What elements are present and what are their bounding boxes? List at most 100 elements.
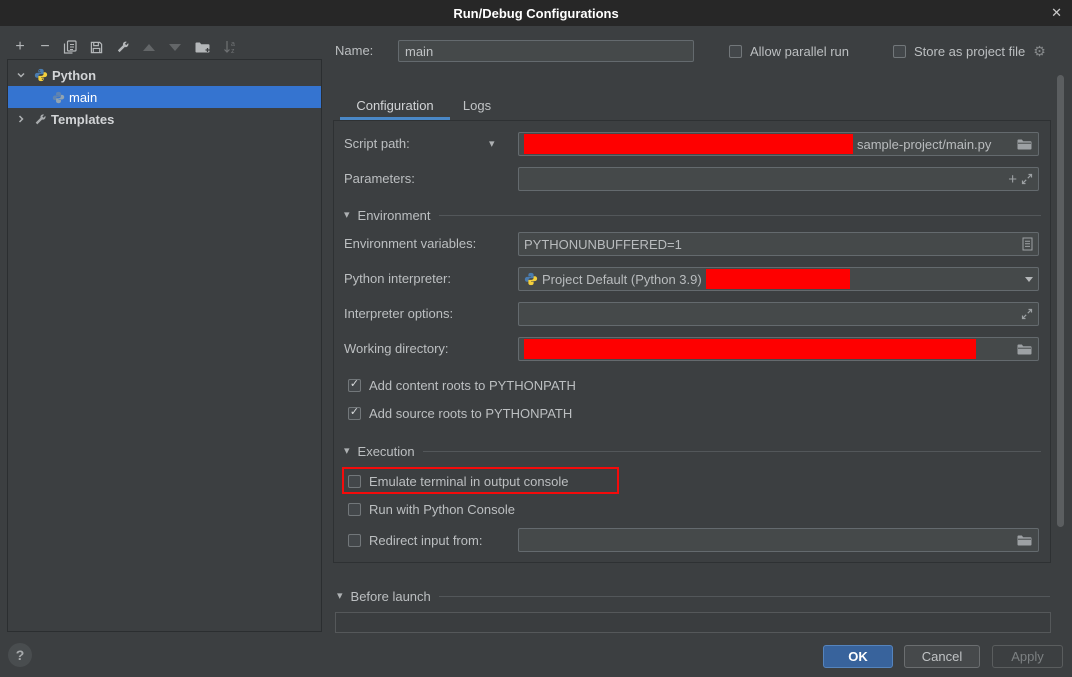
configurations-tree: Python main Templates [7,59,322,632]
python-logo-icon [524,272,538,286]
add-source-roots-label: Add source roots to PYTHONPATH [369,406,572,421]
tab-logs[interactable]: Logs [452,92,502,118]
interpreter-value: Project Default (Python 3.9) [542,272,702,287]
tree-item-main[interactable]: main [8,86,321,108]
help-button[interactable]: ? [8,643,32,667]
vertical-scrollbar-thumb[interactable] [1057,75,1064,527]
redaction-block [524,339,976,359]
run-python-console-checkbox[interactable] [348,503,361,516]
store-as-project-file-label: Store as project file [914,44,1025,59]
script-path-field[interactable]: sample-project/main.py [518,132,1039,156]
tree-item-templates[interactable]: Templates [8,108,321,130]
add-content-roots-option: ✓ Add content roots to PYTHONPATH [348,373,576,397]
expand-field-icon[interactable] [1021,308,1033,320]
tree-item-label: Python [52,68,96,83]
add-content-roots-label: Add content roots to PYTHONPATH [369,378,576,393]
templates-wrench-icon [34,113,47,126]
sort-a-glyph: a [231,41,235,48]
parameters-field[interactable]: + [518,167,1039,191]
copy-configuration-icon[interactable] [61,38,79,56]
add-configuration-button[interactable]: + [11,38,29,56]
store-as-project-file-checkbox[interactable] [893,45,906,58]
cancel-button[interactable]: Cancel [904,645,980,668]
redirect-input-checkbox[interactable] [348,534,361,547]
edit-env-vars-icon[interactable] [1022,237,1033,251]
chevron-right-icon[interactable] [16,114,26,124]
title-bar: Run/Debug Configurations ✕ [0,0,1072,26]
redaction-block [706,269,850,289]
collapse-caret-icon[interactable]: ▾ [344,446,350,457]
redirect-input-field[interactable] [518,528,1039,552]
environment-section-header[interactable]: ▾ Environment [344,203,1041,227]
execution-section-label: Execution [358,444,415,459]
dialog-title: Run/Debug Configurations [453,6,618,21]
apply-button: Apply [992,645,1063,668]
interpreter-label: Python interpreter: [344,267,451,291]
before-launch-section-label: Before launch [351,589,431,604]
ok-button[interactable]: OK [823,645,893,668]
redirect-input-option: Redirect input from: [348,528,482,552]
add-content-roots-checkbox[interactable]: ✓ [348,379,361,392]
tree-item-label: Templates [51,112,114,127]
chevron-down-icon[interactable] [16,70,26,80]
env-vars-field[interactable]: PYTHONUNBUFFERED=1 [518,232,1039,256]
collapse-caret-icon[interactable]: ▾ [337,591,343,602]
close-icon[interactable]: ✕ [1051,0,1062,26]
add-source-roots-option: ✓ Add source roots to PYTHONPATH [348,401,572,425]
gear-icon[interactable]: ⚙ [1033,43,1046,60]
env-vars-label: Environment variables: [344,232,476,256]
script-path-value: sample-project/main.py [857,137,991,152]
run-debug-configurations-dialog: Run/Debug Configurations ✕ + − az Python [0,0,1072,677]
interpreter-options-field[interactable] [518,302,1039,326]
redaction-block [524,134,853,154]
move-down-icon [166,38,184,56]
annotation-highlight-rectangle [342,467,619,494]
browse-folder-icon[interactable] [1017,138,1033,151]
add-source-roots-checkbox[interactable]: ✓ [348,407,361,420]
new-folder-icon[interactable] [194,38,212,56]
tab-configuration[interactable]: Configuration [340,92,450,118]
browse-folder-icon[interactable] [1017,534,1033,547]
script-path-type-dropdown-icon[interactable]: ▾ [489,139,495,150]
sort-z-glyph: z [231,48,235,54]
name-label: Name: [335,40,373,62]
script-path-label: Script path: [344,132,410,156]
redirect-input-label: Redirect input from: [369,533,482,548]
allow-parallel-run-checkbox[interactable] [729,45,742,58]
working-directory-label: Working directory: [344,337,449,361]
before-launch-task-list[interactable] [335,612,1051,633]
env-vars-value: PYTHONUNBUFFERED=1 [524,237,682,252]
python-logo-icon [34,68,48,82]
working-directory-field[interactable] [518,337,1039,361]
edit-templates-wrench-icon[interactable] [114,38,132,56]
parameters-label: Parameters: [344,167,415,191]
run-python-console-option: Run with Python Console [348,497,515,521]
execution-section-header[interactable]: ▾ Execution [344,439,1041,463]
name-input[interactable]: main [398,40,694,62]
name-input-value: main [405,44,433,59]
dropdown-arrow-icon[interactable] [1025,277,1033,282]
interpreter-combobox[interactable]: Project Default (Python 3.9) [518,267,1039,291]
allow-parallel-run-label: Allow parallel run [750,44,849,59]
add-macro-icon[interactable]: + [1008,172,1017,187]
environment-section-label: Environment [358,208,431,223]
move-up-icon [140,38,158,56]
collapse-caret-icon[interactable]: ▾ [344,210,350,221]
interpreter-options-label: Interpreter options: [344,302,453,326]
expand-field-icon[interactable] [1021,173,1033,185]
section-rule [439,596,1050,597]
allow-parallel-run-option: Allow parallel run [729,39,849,63]
sort-alphabetically-icon: az [221,38,239,56]
store-as-project-file-option: Store as project file ⚙ [893,39,1046,63]
python-file-icon [52,91,65,104]
before-launch-section-header[interactable]: ▾ Before launch [337,584,1050,608]
tree-item-label: main [69,90,97,105]
browse-folder-icon[interactable] [1017,343,1033,356]
run-python-console-label: Run with Python Console [369,502,515,517]
configuration-tab-content: Script path: ▾ sample-project/main.py Pa… [333,120,1051,563]
section-rule [439,215,1041,216]
remove-configuration-button[interactable]: − [36,38,54,56]
save-configuration-icon[interactable] [87,38,105,56]
tree-item-python[interactable]: Python [8,64,321,86]
section-rule [423,451,1041,452]
